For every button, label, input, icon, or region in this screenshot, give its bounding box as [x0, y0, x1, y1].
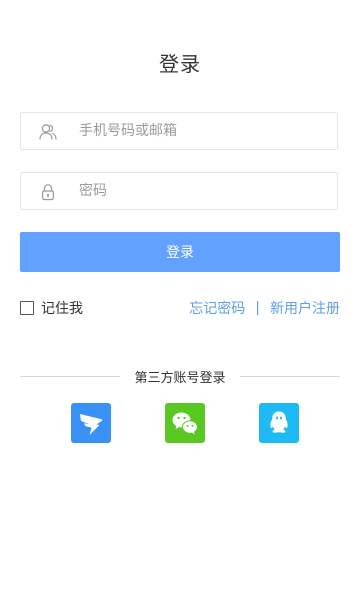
lock-icon	[39, 183, 57, 201]
account-field[interactable]	[20, 112, 338, 150]
page-title: 登录	[159, 52, 201, 76]
password-input[interactable]	[79, 173, 329, 209]
wechat-login-button[interactable]	[165, 403, 205, 443]
dingtalk-icon	[71, 403, 111, 443]
user-icon	[39, 123, 57, 141]
dingtalk-login-button[interactable]	[71, 403, 111, 443]
account-links: 忘记密码 | 新用户注册	[189, 299, 340, 317]
third-party-divider: 第三方账号登录	[20, 366, 340, 386]
forgot-password-link[interactable]: 忘记密码	[189, 298, 245, 318]
qq-login-button[interactable]	[259, 403, 299, 443]
login-button[interactable]: 登录	[20, 232, 340, 272]
wechat-icon	[165, 403, 205, 443]
login-page: 登录 登录 记住我 忘记密码 | 新用户注	[0, 0, 360, 610]
qq-icon	[259, 403, 299, 443]
account-input[interactable]	[79, 113, 329, 149]
register-link[interactable]: 新用户注册	[270, 298, 340, 318]
remember-checkbox[interactable]	[20, 301, 34, 315]
divider-line-right	[240, 376, 340, 377]
password-field[interactable]	[20, 172, 338, 210]
remember-me[interactable]: 记住我	[20, 299, 83, 317]
remember-label[interactable]: 记住我	[41, 298, 83, 318]
links-separator: |	[255, 300, 260, 316]
